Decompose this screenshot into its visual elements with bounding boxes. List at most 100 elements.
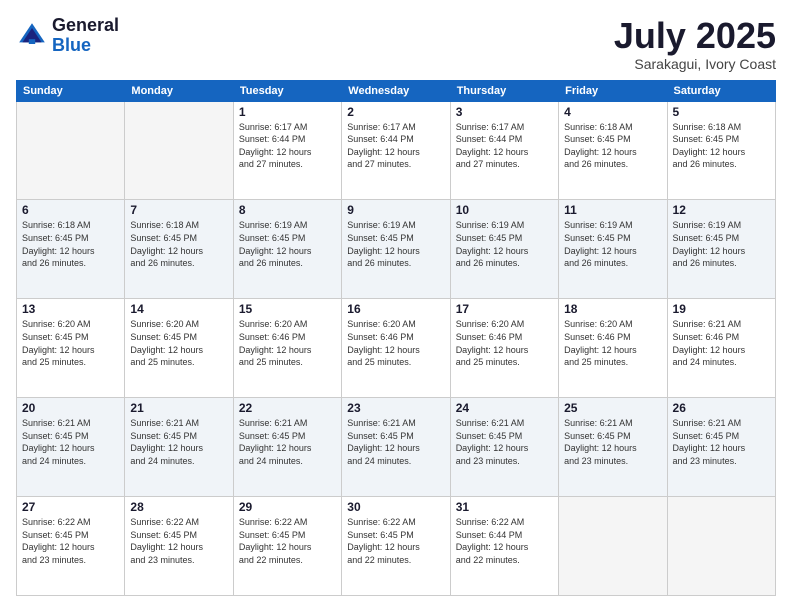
day-number: 30 xyxy=(347,500,444,514)
week-row-4: 20 Sunrise: 6:21 AM Sunset: 6:45 PM Dayli… xyxy=(17,398,776,497)
calendar-table: Sunday Monday Tuesday Wednesday Thursday… xyxy=(16,80,776,596)
day-number: 9 xyxy=(347,203,444,217)
header: General Blue July 2025 Sarakagui, Ivory … xyxy=(16,16,776,72)
day-info: Sunrise: 6:17 AM Sunset: 6:44 PM Dayligh… xyxy=(239,121,336,171)
day-info: Sunrise: 6:19 AM Sunset: 6:45 PM Dayligh… xyxy=(673,219,770,269)
week-row-2: 6Sunrise: 6:18 AM Sunset: 6:45 PM Daylig… xyxy=(17,200,776,299)
day-number: 31 xyxy=(456,500,553,514)
day-number: 16 xyxy=(347,302,444,316)
day-info: Sunrise: 6:22 AM Sunset: 6:45 PM Dayligh… xyxy=(347,516,444,566)
day-number: 7 xyxy=(130,203,227,217)
day-info: Sunrise: 6:20 AM Sunset: 6:46 PM Dayligh… xyxy=(239,318,336,368)
day-info: Sunrise: 6:21 AM Sunset: 6:45 PM Dayligh… xyxy=(130,417,227,467)
day-info: Sunrise: 6:19 AM Sunset: 6:45 PM Dayligh… xyxy=(564,219,661,269)
day-number: 24 xyxy=(456,401,553,415)
day-info: Sunrise: 6:17 AM Sunset: 6:44 PM Dayligh… xyxy=(456,121,553,171)
day-info: Sunrise: 6:19 AM Sunset: 6:45 PM Dayligh… xyxy=(456,219,553,269)
calendar-cell: 3 Sunrise: 6:17 AM Sunset: 6:44 PM Daylig… xyxy=(450,101,558,200)
location-subtitle: Sarakagui, Ivory Coast xyxy=(614,56,776,72)
day-number: 5 xyxy=(673,105,770,119)
day-number: 29 xyxy=(239,500,336,514)
day-info: Sunrise: 6:21 AM Sunset: 6:46 PM Dayligh… xyxy=(673,318,770,368)
day-info: Sunrise: 6:22 AM Sunset: 6:45 PM Dayligh… xyxy=(130,516,227,566)
day-number: 3 xyxy=(456,105,553,119)
day-info: Sunrise: 6:20 AM Sunset: 6:46 PM Dayligh… xyxy=(564,318,661,368)
day-number: 2 xyxy=(347,105,444,119)
day-info: Sunrise: 6:22 AM Sunset: 6:45 PM Dayligh… xyxy=(239,516,336,566)
day-number: 17 xyxy=(456,302,553,316)
calendar-cell xyxy=(17,101,125,200)
weekday-header-row: Sunday Monday Tuesday Wednesday Thursday… xyxy=(17,80,776,101)
day-info: Sunrise: 6:20 AM Sunset: 6:46 PM Dayligh… xyxy=(456,318,553,368)
header-tuesday: Tuesday xyxy=(233,80,341,101)
day-info: Sunrise: 6:20 AM Sunset: 6:46 PM Dayligh… xyxy=(347,318,444,368)
day-number: 22 xyxy=(239,401,336,415)
day-number: 15 xyxy=(239,302,336,316)
calendar-cell: 2 Sunrise: 6:17 AM Sunset: 6:44 PM Daylig… xyxy=(342,101,450,200)
calendar-cell: 31Sunrise: 6:22 AM Sunset: 6:44 PM Dayli… xyxy=(450,497,558,596)
month-title: July 2025 xyxy=(614,16,776,56)
calendar-cell: 24 Sunrise: 6:21 AM Sunset: 6:45 PM Dayli… xyxy=(450,398,558,497)
week-row-1: 1Sunrise: 6:17 AM Sunset: 6:44 PM Daylig… xyxy=(17,101,776,200)
calendar-cell: 9 Sunrise: 6:19 AM Sunset: 6:45 PM Daylig… xyxy=(342,200,450,299)
calendar-cell: 17 Sunrise: 6:20 AM Sunset: 6:46 PM Dayli… xyxy=(450,299,558,398)
day-number: 23 xyxy=(347,401,444,415)
calendar-cell: 21 Sunrise: 6:21 AM Sunset: 6:45 PM Dayli… xyxy=(125,398,233,497)
day-info: Sunrise: 6:21 AM Sunset: 6:45 PM Dayligh… xyxy=(22,417,119,467)
day-number: 10 xyxy=(456,203,553,217)
header-monday: Monday xyxy=(125,80,233,101)
calendar-cell: 1Sunrise: 6:17 AM Sunset: 6:44 PM Daylig… xyxy=(233,101,341,200)
day-info: Sunrise: 6:18 AM Sunset: 6:45 PM Dayligh… xyxy=(22,219,119,269)
day-number: 14 xyxy=(130,302,227,316)
day-number: 8 xyxy=(239,203,336,217)
day-number: 21 xyxy=(130,401,227,415)
page: General Blue July 2025 Sarakagui, Ivory … xyxy=(0,0,792,612)
calendar-cell: 11 Sunrise: 6:19 AM Sunset: 6:45 PM Dayli… xyxy=(559,200,667,299)
calendar-cell xyxy=(559,497,667,596)
day-number: 18 xyxy=(564,302,661,316)
day-info: Sunrise: 6:19 AM Sunset: 6:45 PM Dayligh… xyxy=(239,219,336,269)
day-info: Sunrise: 6:21 AM Sunset: 6:45 PM Dayligh… xyxy=(347,417,444,467)
day-number: 19 xyxy=(673,302,770,316)
day-info: Sunrise: 6:18 AM Sunset: 6:45 PM Dayligh… xyxy=(673,121,770,171)
day-info: Sunrise: 6:19 AM Sunset: 6:45 PM Dayligh… xyxy=(347,219,444,269)
day-info: Sunrise: 6:17 AM Sunset: 6:44 PM Dayligh… xyxy=(347,121,444,171)
calendar-cell: 18 Sunrise: 6:20 AM Sunset: 6:46 PM Dayli… xyxy=(559,299,667,398)
day-info: Sunrise: 6:21 AM Sunset: 6:45 PM Dayligh… xyxy=(564,417,661,467)
day-info: Sunrise: 6:21 AM Sunset: 6:45 PM Dayligh… xyxy=(456,417,553,467)
logo-blue-text: Blue xyxy=(52,36,119,56)
calendar-cell: 22 Sunrise: 6:21 AM Sunset: 6:45 PM Dayli… xyxy=(233,398,341,497)
day-info: Sunrise: 6:21 AM Sunset: 6:45 PM Dayligh… xyxy=(673,417,770,467)
day-info: Sunrise: 6:20 AM Sunset: 6:45 PM Dayligh… xyxy=(130,318,227,368)
calendar-cell: 6Sunrise: 6:18 AM Sunset: 6:45 PM Daylig… xyxy=(17,200,125,299)
calendar-cell: 16 Sunrise: 6:20 AM Sunset: 6:46 PM Dayli… xyxy=(342,299,450,398)
calendar-cell: 12Sunrise: 6:19 AM Sunset: 6:45 PM Dayli… xyxy=(667,200,775,299)
day-number: 25 xyxy=(564,401,661,415)
calendar-cell: 26Sunrise: 6:21 AM Sunset: 6:45 PM Dayli… xyxy=(667,398,775,497)
logo-text: General Blue xyxy=(52,16,119,56)
calendar-cell: 23 Sunrise: 6:21 AM Sunset: 6:45 PM Dayli… xyxy=(342,398,450,497)
calendar-cell: 15 Sunrise: 6:20 AM Sunset: 6:46 PM Dayli… xyxy=(233,299,341,398)
header-friday: Friday xyxy=(559,80,667,101)
calendar-cell: 29 Sunrise: 6:22 AM Sunset: 6:45 PM Dayli… xyxy=(233,497,341,596)
calendar-cell: 20 Sunrise: 6:21 AM Sunset: 6:45 PM Dayli… xyxy=(17,398,125,497)
header-wednesday: Wednesday xyxy=(342,80,450,101)
header-sunday: Sunday xyxy=(17,80,125,101)
day-number: 4 xyxy=(564,105,661,119)
week-row-3: 13 Sunrise: 6:20 AM Sunset: 6:45 PM Dayli… xyxy=(17,299,776,398)
calendar-cell: 5 Sunrise: 6:18 AM Sunset: 6:45 PM Daylig… xyxy=(667,101,775,200)
day-info: Sunrise: 6:20 AM Sunset: 6:45 PM Dayligh… xyxy=(22,318,119,368)
calendar-cell: 30 Sunrise: 6:22 AM Sunset: 6:45 PM Dayli… xyxy=(342,497,450,596)
calendar-cell: 7Sunrise: 6:18 AM Sunset: 6:45 PM Daylig… xyxy=(125,200,233,299)
calendar-cell: 25 Sunrise: 6:21 AM Sunset: 6:45 PM Dayli… xyxy=(559,398,667,497)
calendar-cell: 13 Sunrise: 6:20 AM Sunset: 6:45 PM Dayli… xyxy=(17,299,125,398)
calendar-cell: 27Sunrise: 6:22 AM Sunset: 6:45 PM Dayli… xyxy=(17,497,125,596)
day-number: 11 xyxy=(564,203,661,217)
day-number: 28 xyxy=(130,500,227,514)
day-info: Sunrise: 6:21 AM Sunset: 6:45 PM Dayligh… xyxy=(239,417,336,467)
day-number: 20 xyxy=(22,401,119,415)
header-saturday: Saturday xyxy=(667,80,775,101)
day-info: Sunrise: 6:18 AM Sunset: 6:45 PM Dayligh… xyxy=(564,121,661,171)
day-number: 13 xyxy=(22,302,119,316)
header-thursday: Thursday xyxy=(450,80,558,101)
